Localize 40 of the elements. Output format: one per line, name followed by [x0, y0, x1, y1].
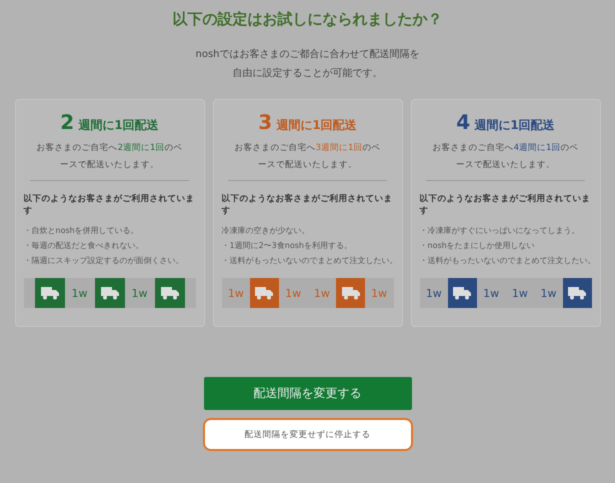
week-label: 1w — [540, 286, 558, 302]
truck-icon — [567, 286, 588, 300]
week-label: 1w — [424, 286, 443, 302]
intro-text: 自由に設定することが可能です。 — [231, 66, 384, 81]
week-label: 1w — [70, 286, 88, 302]
plan-title: 2 週間に1回配送 — [60, 110, 159, 134]
change-interval-button[interactable]: 配送間隔を変更する — [204, 377, 412, 410]
section-heading: 以下の設定はお試しになられましたか？ — [172, 10, 442, 29]
plan-description: お客さまのご自宅へ4週間に1回のベースで配送いたします。 — [432, 142, 580, 172]
truck-icon — [340, 286, 360, 300]
week-label: 1w — [482, 286, 500, 302]
user-example: ・送料がもったいないのでまとめて注文したい。 — [222, 255, 398, 267]
plan-title: 4 週間に1回配送 — [456, 110, 555, 134]
user-example: ・送料がもったいないのでまとめて注文したい。 — [420, 255, 596, 267]
plan-title: 3 週間に1回配送 — [258, 110, 357, 134]
week-label: 1w — [284, 286, 302, 302]
user-example: ・隔週にスキップ設定するのが面倒くさい。 — [24, 255, 184, 267]
user-example: ・自炊とnoshを併用している。 — [24, 225, 139, 237]
week-label: 1w — [510, 286, 529, 302]
users-heading: 以下のようなお客さまがご利用されています — [24, 193, 196, 217]
week-label: 1w — [130, 286, 148, 302]
week-label: 1w — [370, 286, 388, 302]
users-heading: 以下のようなお客さまがご利用されています — [222, 193, 394, 217]
plan-description: お客さまのご自宅へ2週間に1回のベースで配送いたします。 — [36, 142, 184, 172]
week-label: 1w — [226, 286, 245, 302]
week-label: 1w — [312, 286, 331, 302]
user-example: ・冷凍庫がすぐにいっぱいになってしまう。 — [420, 225, 580, 237]
intro-text: noshではお客さまのご都合に合わせて配送間隔を — [195, 48, 420, 62]
users-heading: 以下のようなお客さまがご利用されています — [420, 193, 592, 217]
truck-icon — [452, 286, 472, 300]
stop-button[interactable]: 配送間隔を変更せずに停止する — [202, 418, 412, 451]
plan-description: お客さまのご自宅へ3週間に1回のベースで配送いたします。 — [234, 142, 382, 172]
truck-icon — [100, 286, 120, 300]
user-example: ・noshをたまにしか使用しない — [420, 240, 535, 252]
user-example: ・毎週の配送だと食べきれない。 — [24, 240, 144, 252]
truck-icon — [160, 286, 180, 300]
user-example: 冷凍庫の空きが少ない。 — [222, 225, 310, 237]
truck-icon — [254, 286, 274, 300]
user-example: ・1週間に2〜3食noshを利用する。 — [222, 240, 352, 252]
truck-icon — [40, 286, 60, 300]
